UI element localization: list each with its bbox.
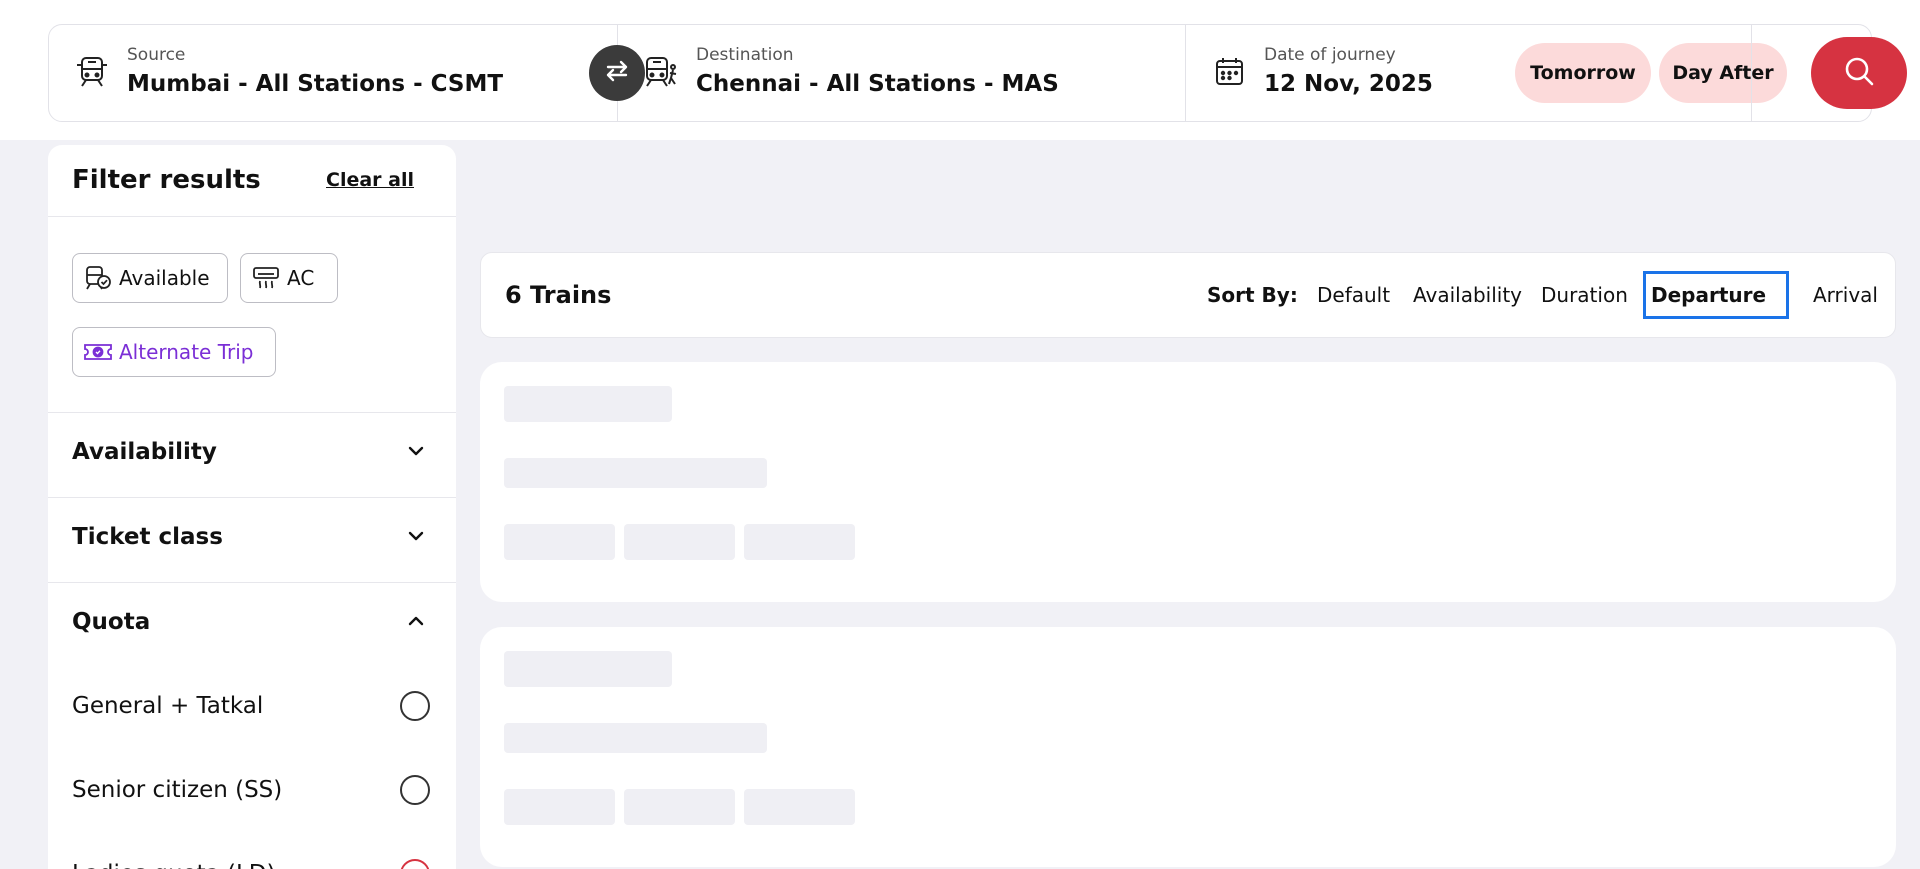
skeleton-placeholder — [504, 651, 672, 687]
sort-option-arrival[interactable]: Arrival — [1813, 283, 1878, 307]
search-icon — [1842, 54, 1876, 92]
quota-option-general-tatkal[interactable]: General + Tatkal — [48, 679, 456, 739]
quota-section-title: Quota — [72, 609, 151, 635]
quick-filter-chips: Available AC Alternate Trip — [48, 217, 456, 413]
filter-sidebar: Filter results Clear all Available AC Al… — [48, 145, 456, 869]
skeleton-placeholder — [504, 723, 767, 753]
calendar-icon — [1210, 53, 1248, 91]
train-arrive-icon — [642, 53, 680, 91]
skeleton-placeholder — [504, 524, 615, 560]
skeleton-placeholder — [624, 524, 735, 560]
skeleton-placeholder — [744, 524, 855, 560]
alternate-trip-filter-label: Alternate Trip — [119, 340, 254, 364]
train-card-skeleton — [480, 627, 1896, 867]
train-icon — [73, 53, 111, 91]
radio-button[interactable] — [400, 859, 430, 869]
search-header: Source Mumbai - All Stations - CSMT Dest… — [0, 0, 1920, 140]
train-card-skeleton — [480, 362, 1896, 602]
tomorrow-button[interactable]: Tomorrow — [1515, 43, 1651, 103]
filter-title: Filter results — [72, 165, 261, 195]
quota-option-label: General + Tatkal — [72, 693, 264, 719]
train-count: 6 Trains — [505, 281, 612, 309]
available-filter-label: Available — [119, 266, 210, 290]
sort-bar: 6 Trains Sort By: Default Availability D… — [480, 252, 1896, 338]
sort-by-label: Sort By: — [1207, 283, 1298, 307]
swap-button[interactable] — [589, 45, 645, 101]
skeleton-placeholder — [504, 386, 672, 422]
date-label: Date of journey — [1264, 45, 1396, 65]
available-filter-chip[interactable]: Available — [72, 253, 228, 303]
skeleton-placeholder — [504, 789, 615, 825]
filter-header: Filter results Clear all — [48, 145, 456, 217]
quota-accordion[interactable]: Quota — [48, 583, 456, 668]
quota-option-ladies[interactable]: Ladies quota (LD) — [48, 847, 456, 869]
quota-option-label: Ladies quota (LD) — [72, 861, 276, 869]
source-value: Mumbai - All Stations - CSMT — [127, 71, 504, 97]
radio-button[interactable] — [400, 691, 430, 721]
sort-option-departure[interactable]: Departure — [1643, 271, 1789, 319]
chevron-down-icon — [404, 439, 428, 463]
date-value: 12 Nov, 2025 — [1264, 71, 1433, 97]
ticket-class-accordion[interactable]: Ticket class — [48, 498, 456, 583]
sort-option-availability[interactable]: Availability — [1413, 283, 1522, 307]
ac-filter-label: AC — [287, 266, 315, 290]
availability-section-title: Availability — [72, 439, 217, 465]
radio-button[interactable] — [400, 775, 430, 805]
available-train-icon — [83, 263, 113, 293]
search-bar: Source Mumbai - All Stations - CSMT Dest… — [48, 24, 1907, 122]
chevron-down-icon — [404, 524, 428, 548]
ticket-icon — [83, 337, 113, 367]
quota-option-senior-citizen[interactable]: Senior citizen (SS) — [48, 763, 456, 823]
ticket-class-section-title: Ticket class — [72, 524, 223, 550]
chevron-up-icon — [404, 609, 428, 633]
availability-accordion[interactable]: Availability — [48, 413, 456, 498]
quota-option-label: Senior citizen (SS) — [72, 777, 283, 803]
swap-icon — [603, 57, 631, 89]
source-field[interactable]: Source Mumbai - All Stations - CSMT — [49, 25, 617, 121]
skeleton-placeholder — [744, 789, 855, 825]
alternate-trip-filter-chip[interactable]: Alternate Trip — [72, 327, 276, 377]
ac-filter-chip[interactable]: AC — [240, 253, 338, 303]
sort-option-default[interactable]: Default — [1317, 283, 1390, 307]
clear-all-link[interactable]: Clear all — [326, 169, 414, 191]
sort-option-duration[interactable]: Duration — [1541, 283, 1628, 307]
skeleton-placeholder — [504, 458, 767, 488]
destination-value: Chennai - All Stations - MAS — [696, 71, 1059, 97]
ac-icon — [251, 263, 281, 293]
destination-field[interactable]: Destination Chennai - All Stations - MAS — [617, 25, 1185, 121]
source-label: Source — [127, 45, 186, 65]
search-button[interactable] — [1811, 37, 1907, 109]
skeleton-placeholder — [624, 789, 735, 825]
destination-label: Destination — [696, 45, 794, 65]
